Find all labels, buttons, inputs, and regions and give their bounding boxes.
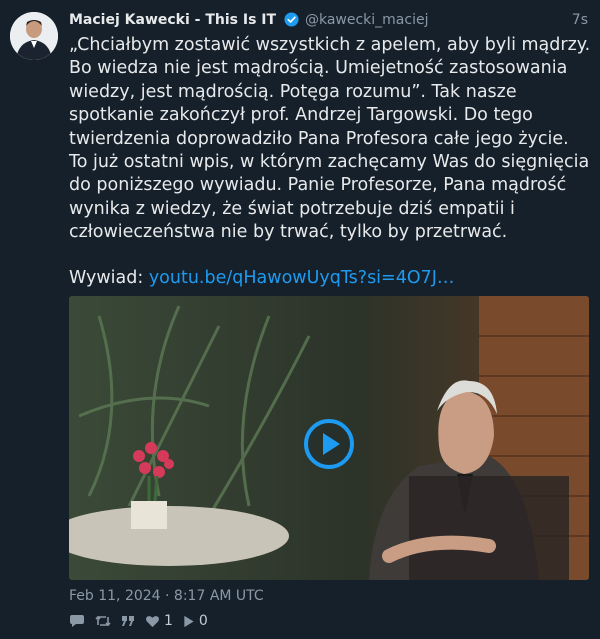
like-count: 1 xyxy=(164,613,173,629)
reply-button[interactable] xyxy=(69,614,85,628)
heart-icon xyxy=(145,615,160,628)
video-thumbnail[interactable] xyxy=(69,296,589,580)
avatar[interactable] xyxy=(10,12,58,60)
tweet-timestamp[interactable]: Feb 11, 2024 · 8:17 AM UTC xyxy=(69,586,264,606)
quote-icon xyxy=(121,614,135,628)
reply-icon xyxy=(69,614,85,628)
views-button[interactable]: 0 xyxy=(183,613,208,629)
quote-button[interactable] xyxy=(121,614,135,628)
author-name[interactable]: Maciej Kawecki - This Is IT xyxy=(69,12,276,28)
youtube-link[interactable]: youtu.be/qHawowUyqTs?si=4O7J… xyxy=(149,268,455,288)
link-prefix: Wywiad: xyxy=(69,268,149,288)
verified-badge-icon xyxy=(283,12,299,33)
tweet-time[interactable]: 7s xyxy=(572,10,588,30)
tweet-header: Maciej Kawecki - This Is IT @kawecki_mac… xyxy=(69,10,588,30)
tweet-link-line: Wywiad: youtu.be/qHawowUyqTs?si=4O7J… xyxy=(69,267,454,290)
retweet-button[interactable] xyxy=(95,614,111,628)
tweet-actions: 1 0 xyxy=(69,612,218,630)
views-count: 0 xyxy=(198,613,208,629)
like-button[interactable]: 1 xyxy=(145,613,173,629)
author-handle[interactable]: @kawecki_maciej xyxy=(305,12,429,28)
play-button-icon[interactable] xyxy=(303,418,355,470)
tweet-text: „Chciałbym zostawić wszystkich z apelem,… xyxy=(69,35,596,243)
play-icon xyxy=(183,615,195,628)
retweet-icon xyxy=(95,614,111,628)
